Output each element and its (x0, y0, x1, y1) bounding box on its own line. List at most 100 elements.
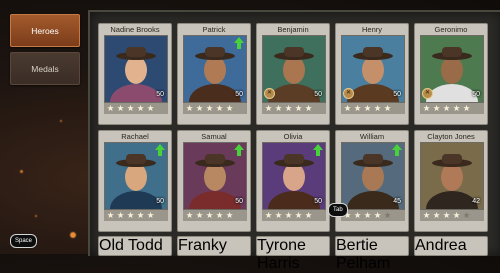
star-icon: ★ (363, 103, 372, 113)
star-rating: ★ ★ ★ ★ ★ (262, 103, 326, 114)
hero-card[interactable]: Andrea (414, 236, 488, 256)
star-icon: ★ (195, 103, 204, 113)
hero-card[interactable]: William 45 ★ ★ ★ ★ ★ (335, 130, 409, 232)
hero-card[interactable]: Samual 50 ★ ★ ★ ★ ★ (177, 130, 251, 232)
star-icon: ★ (304, 103, 313, 113)
star-icon: ★ (373, 210, 382, 220)
star-icon: ★ (442, 103, 451, 113)
star-rating: ★ ★ ★ ★ ★ (104, 210, 168, 221)
star-icon: ★ (353, 103, 362, 113)
hero-level: 50 (393, 91, 401, 98)
hero-name: Andrea (415, 237, 467, 254)
hero-level: 50 (314, 91, 322, 98)
star-rating: ★ ★ ★ ★ ★ (262, 210, 326, 221)
upgrade-arrow-icon (234, 144, 244, 156)
star-icon: ★ (215, 210, 224, 220)
hero-card[interactable]: Henry 50 ★ ★ ★ ★ ★ ✕ (335, 23, 409, 125)
star-icon: ★ (294, 103, 303, 113)
star-icon: ★ (343, 103, 352, 113)
hero-card[interactable]: Franky (177, 236, 251, 256)
star-icon: ★ (146, 210, 155, 220)
star-icon: ★ (136, 103, 145, 113)
star-icon: ★ (126, 210, 135, 220)
star-icon: ★ (383, 210, 392, 220)
ember-particle (70, 232, 76, 238)
hero-grid: Nadine Brooks 50 ★ ★ ★ ★ ★ Patrick 50 ★ ★ ★ ★ ★ Benjam… (98, 23, 500, 272)
hero-card[interactable]: Patrick 50 ★ ★ ★ ★ ★ (177, 23, 251, 125)
hero-level: 50 (472, 91, 480, 98)
star-icon: ★ (225, 210, 234, 220)
star-icon: ★ (432, 103, 441, 113)
star-icon: ★ (452, 103, 461, 113)
star-icon: ★ (274, 210, 283, 220)
star-icon: ★ (106, 210, 115, 220)
upgrade-arrow-icon (234, 37, 244, 49)
star-icon: ★ (116, 210, 125, 220)
star-icon: ★ (106, 103, 115, 113)
hero-name: Franky (178, 237, 227, 254)
star-icon: ★ (264, 103, 273, 113)
hero-level: 50 (314, 198, 322, 205)
star-rating: ★ ★ ★ ★ ★ (420, 103, 484, 114)
star-rating: ★ ★ ★ ★ ★ (183, 210, 247, 221)
hero-card[interactable]: Olivia 50 ★ ★ ★ ★ ★ (256, 130, 330, 232)
star-icon: ★ (452, 210, 461, 220)
medal-badge-icon: ✕ (264, 88, 275, 99)
tab-medals[interactable]: Medals (10, 52, 80, 85)
star-icon: ★ (205, 103, 214, 113)
star-icon: ★ (205, 210, 214, 220)
star-icon: ★ (264, 210, 273, 220)
tab-key-hint: Tab (328, 203, 348, 217)
hero-name: Geronimo (434, 25, 468, 34)
star-icon: ★ (225, 103, 234, 113)
star-icon: ★ (195, 210, 204, 220)
hero-name: Benjamin (277, 25, 309, 34)
upgrade-arrow-icon (392, 144, 402, 156)
hero-card[interactable]: Geronimo 50 ★ ★ ★ ★ ★ ✕ (414, 23, 488, 125)
hero-card[interactable]: Tyrone Harris (256, 236, 330, 272)
medal-badge-icon: ✕ (343, 88, 354, 99)
star-icon: ★ (185, 210, 194, 220)
hero-name: Old Todd (99, 237, 163, 254)
hero-card[interactable]: Clayton Jones 42 ★ ★ ★ ★ ★ (414, 130, 488, 232)
hero-name: Patrick (202, 25, 226, 34)
star-rating: ★ ★ ★ ★ ★ (341, 210, 405, 221)
star-icon: ★ (116, 103, 125, 113)
star-icon: ★ (274, 103, 283, 113)
hero-card[interactable]: Benjamin 50 ★ ★ ★ ★ ★ ✕ (256, 23, 330, 125)
star-icon: ★ (363, 210, 372, 220)
hero-level: 45 (393, 198, 401, 205)
upgrade-arrow-icon (155, 144, 165, 156)
hero-name: Tyrone Harris (257, 237, 306, 272)
star-rating: ★ ★ ★ ★ ★ (420, 210, 484, 221)
hero-card[interactable]: Rachael 50 ★ ★ ★ ★ ★ (98, 130, 172, 232)
star-icon: ★ (294, 210, 303, 220)
hero-name: Olivia (283, 132, 303, 141)
hero-card[interactable]: Bertie Pelham (335, 236, 409, 272)
ember-particle (20, 170, 23, 173)
star-icon: ★ (383, 103, 392, 113)
hero-name: Nadine Brooks (110, 25, 160, 34)
medal-badge-icon: ✕ (422, 88, 433, 99)
hero-name: William (359, 132, 385, 141)
star-icon: ★ (126, 103, 135, 113)
hero-name: Samual (201, 132, 227, 141)
hero-level: 50 (235, 91, 243, 98)
star-icon: ★ (185, 103, 194, 113)
star-icon: ★ (304, 210, 313, 220)
star-icon: ★ (136, 210, 145, 220)
hero-level: 50 (156, 198, 164, 205)
hero-level: 50 (235, 198, 243, 205)
hero-card[interactable]: Nadine Brooks 50 ★ ★ ★ ★ ★ (98, 23, 172, 125)
upgrade-arrow-icon (313, 144, 323, 156)
hero-level: 42 (472, 198, 480, 205)
ember-particle (60, 120, 62, 122)
star-icon: ★ (442, 210, 451, 220)
star-icon: ★ (422, 103, 431, 113)
hero-card[interactable]: Old Todd (98, 236, 172, 256)
space-key-hint: Space (10, 234, 38, 248)
star-icon: ★ (353, 210, 362, 220)
star-icon: ★ (284, 103, 293, 113)
star-icon: ★ (373, 103, 382, 113)
tab-heroes[interactable]: Heroes (10, 14, 80, 47)
